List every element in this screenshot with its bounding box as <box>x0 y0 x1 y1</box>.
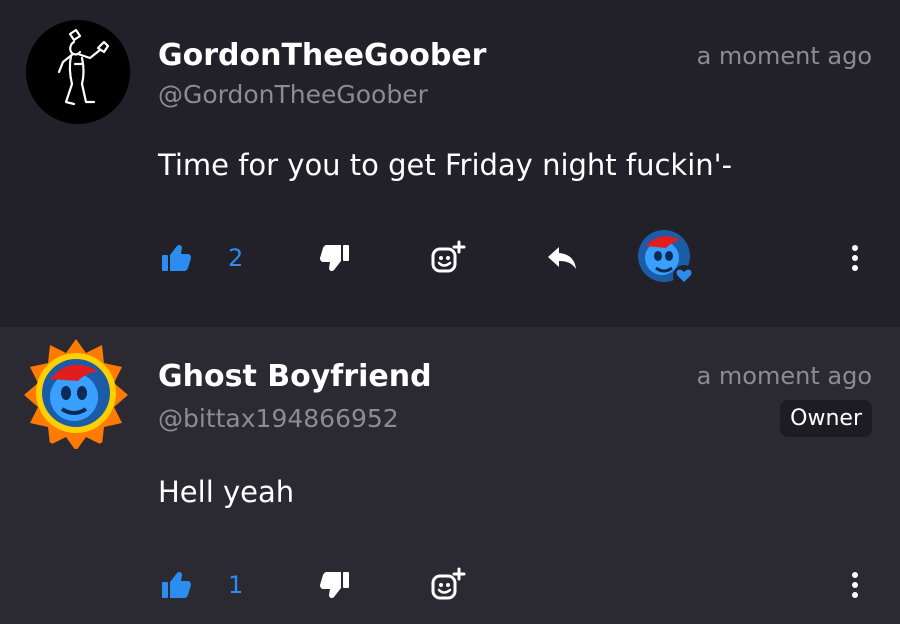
more-options-button[interactable] <box>840 240 870 276</box>
comment-item: GordonTheeGoober @GordonTheeGoober a mom… <box>0 0 900 327</box>
like-count: 2 <box>228 244 244 272</box>
thumbs-down-icon <box>320 572 349 599</box>
comment-handle[interactable]: @GordonTheeGoober <box>158 80 428 109</box>
thumbs-up-icon <box>162 244 191 271</box>
add-reaction-icon <box>431 240 466 273</box>
comment-author[interactable]: Ghost Boyfriend <box>158 359 432 394</box>
owner-badge: Owner <box>780 400 872 437</box>
thumbs-up-icon <box>162 571 191 598</box>
dislike-button[interactable] <box>318 240 352 276</box>
add-reaction-button[interactable] <box>428 240 468 276</box>
comment-text: Time for you to get Friday night fuckin'… <box>158 148 733 182</box>
more-vertical-icon <box>852 572 858 598</box>
comment-timestamp: a moment ago <box>696 362 872 390</box>
dislike-button[interactable] <box>318 567 352 603</box>
user-avatar[interactable] <box>26 20 130 124</box>
comment-item-highlighted: Ghost Boyfriend @bittax194866952 a momen… <box>0 327 900 624</box>
like-count: 1 <box>228 571 244 599</box>
more-options-button[interactable] <box>840 567 870 603</box>
reply-icon <box>548 247 576 269</box>
add-reaction-button[interactable] <box>428 567 468 603</box>
thumbs-down-icon <box>320 245 349 272</box>
user-avatar[interactable] <box>20 337 132 449</box>
comment-author[interactable]: GordonTheeGoober <box>158 38 486 73</box>
more-vertical-icon <box>852 245 858 271</box>
like-button[interactable] <box>160 567 192 603</box>
comment-text: Hell yeah <box>158 475 295 509</box>
add-reaction-icon <box>431 567 466 600</box>
reply-button[interactable] <box>544 240 582 276</box>
like-button[interactable] <box>160 240 192 276</box>
comment-timestamp: a moment ago <box>696 42 872 70</box>
creator-heart-avatar <box>636 228 698 290</box>
comment-handle[interactable]: @bittax194866952 <box>158 404 399 433</box>
